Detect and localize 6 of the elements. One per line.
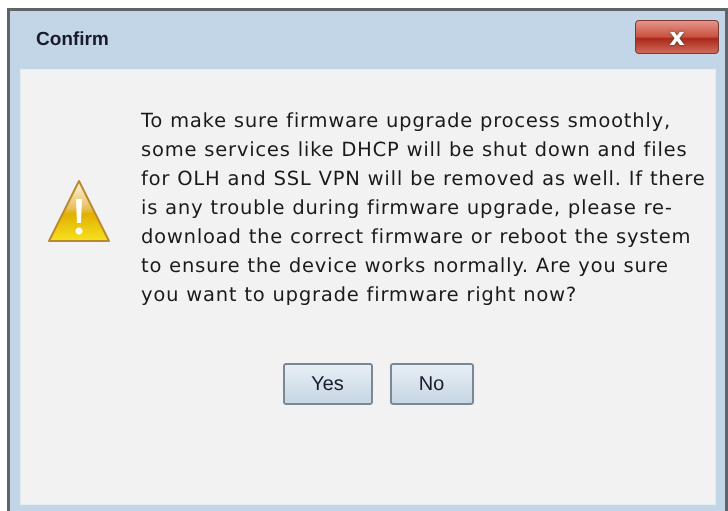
- dialog-button[interactable]: No: [390, 363, 474, 405]
- warning-icon: [47, 178, 111, 242]
- confirmation-message: To make sure firmware upgrade process smoothly, some services like DHCP will be shut down and files for OLH and SSL VPN will be removed as well. If there is any trouble during firmware upgrade, please re-download the correct firmware or reboot the system to ensure the device works normally. Are you sure you want to upgrade firmware right now?: [141, 108, 707, 308]
- close-button[interactable]: x: [635, 20, 719, 54]
- dialog-button[interactable]: Yes: [282, 363, 372, 405]
- window-title: Confirm: [36, 29, 109, 51]
